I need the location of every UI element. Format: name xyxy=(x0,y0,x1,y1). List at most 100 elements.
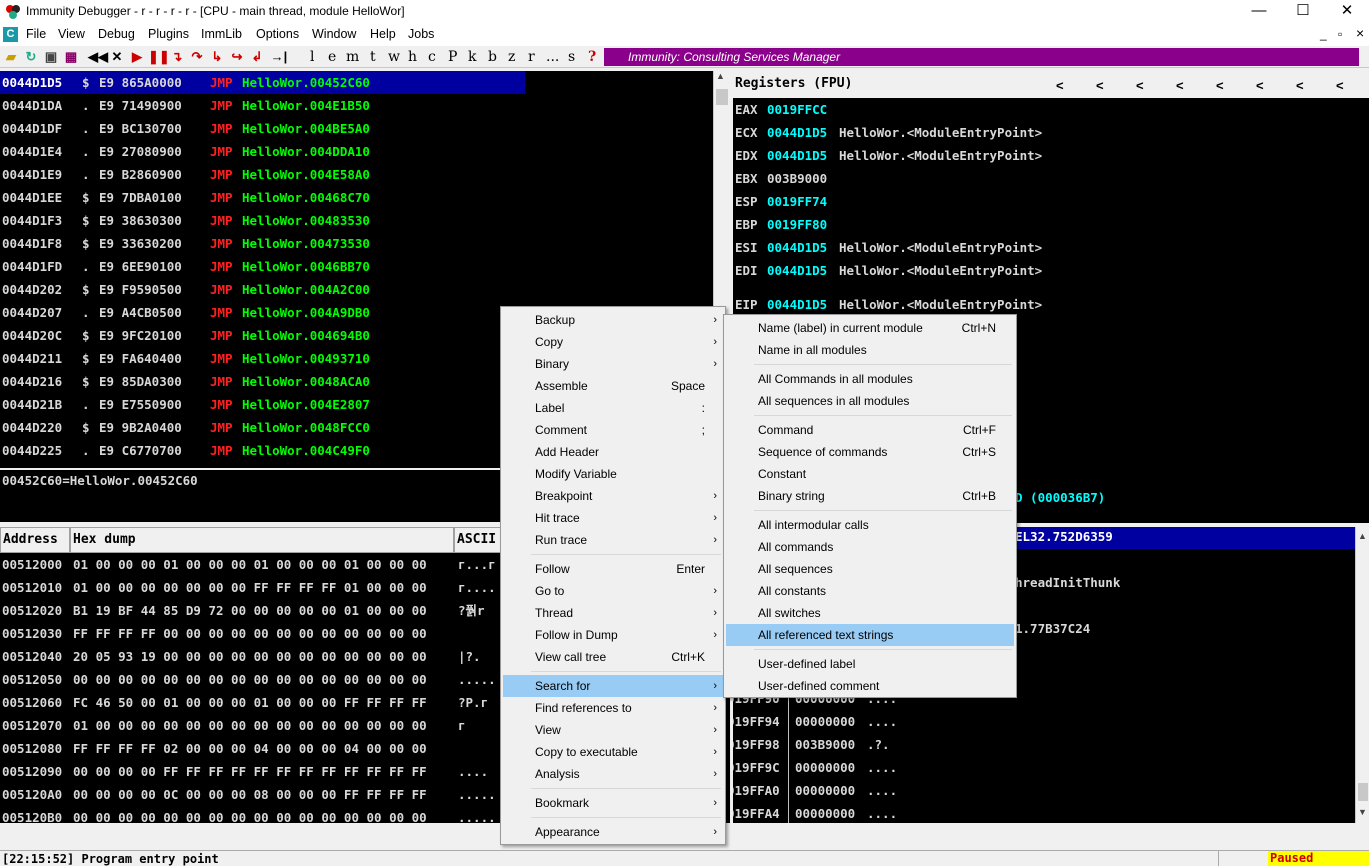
stack-row[interactable]: 019FF94 00000000.... xyxy=(733,710,1355,733)
submenu-item-user-defined-comment[interactable]: User-defined comment xyxy=(726,675,1014,697)
scroll-up-icon[interactable]: ▲ xyxy=(716,71,725,81)
disasm-row[interactable]: 0044D1F3 $ E9 38630300 JMP HelloWor.00483530 xyxy=(0,209,713,232)
minimize-button[interactable]: — xyxy=(1236,0,1282,24)
register-value[interactable]: 0044D1D5 xyxy=(767,293,827,316)
menu-item-add-header[interactable]: Add Header xyxy=(503,441,723,463)
menu-plugins[interactable]: Plugins xyxy=(148,27,189,41)
stack-row[interactable]: 019FFA4 00000000.... xyxy=(733,802,1355,823)
disasm-row[interactable]: 0044D1DF. E9 BC130700 JMP HelloWor.004BE5A0 xyxy=(0,117,713,140)
register-nav-arrow[interactable]: < xyxy=(1176,78,1184,93)
register-row[interactable]: EAX 0019FFCC xyxy=(733,98,1369,121)
toolbar-p[interactable]: P xyxy=(448,48,457,66)
toolbar-h[interactable]: h xyxy=(408,48,417,66)
register-value[interactable]: 0019FFCC xyxy=(767,98,827,121)
menu-item-search-for[interactable]: Search for › xyxy=(503,675,723,697)
submenu-item-all-constants[interactable]: All constants xyxy=(726,580,1014,602)
toolbar-t[interactable]: t xyxy=(370,48,376,66)
dump-col-hex[interactable]: Hex dump xyxy=(70,527,454,553)
toolbar-l[interactable]: l xyxy=(310,48,314,66)
register-value[interactable]: 003B9000 xyxy=(767,167,827,190)
menu-item-label[interactable]: Label: xyxy=(503,397,723,419)
toolbar-e[interactable]: e xyxy=(328,48,336,66)
toolbar-z[interactable]: z xyxy=(508,48,515,66)
register-nav-arrow[interactable]: < xyxy=(1336,78,1344,93)
submenu-item-name-in-all-modules[interactable]: Name in all modules xyxy=(726,339,1014,361)
toolbar-b[interactable]: b xyxy=(488,48,497,66)
stack-scroll-down-icon[interactable]: ▼ xyxy=(1358,807,1367,817)
stack-hscrollbar[interactable] xyxy=(733,823,1369,850)
pause-icon[interactable]: ❚❚ xyxy=(148,48,170,66)
register-nav-arrow[interactable]: < xyxy=(1136,78,1144,93)
step-over-icon[interactable]: ↷ xyxy=(188,48,206,66)
menu-item-copy[interactable]: Copy › xyxy=(503,331,723,353)
mdi-minimize-button[interactable]: _ xyxy=(1320,27,1327,41)
rewind-icon[interactable]: ◀◀ xyxy=(88,48,108,66)
mdi-restore-button[interactable]: ▫ xyxy=(1338,27,1342,41)
consulting-banner[interactable]: Immunity: Consulting Services Manager xyxy=(604,48,1359,66)
register-row[interactable]: EBX 003B9000 xyxy=(733,167,1369,190)
register-row[interactable]: EDX 0044D1D5 HelloWor.<ModuleEntryPoint> xyxy=(733,144,1369,167)
register-nav-arrow[interactable]: < xyxy=(1296,78,1304,93)
close-button[interactable]: ✕ xyxy=(1324,0,1369,24)
register-nav-arrow[interactable]: < xyxy=(1216,78,1224,93)
register-value[interactable]: 0044D1D5 xyxy=(767,236,827,259)
stop-icon[interactable]: ✕ xyxy=(108,48,126,66)
register-value[interactable]: 0019FF74 xyxy=(767,190,827,213)
toolbar-k[interactable]: k xyxy=(468,48,476,66)
trace-into-icon[interactable]: ↳ xyxy=(208,48,226,66)
menu-jobs[interactable]: Jobs xyxy=(408,27,434,41)
register-value[interactable]: 0044D1D5 xyxy=(767,144,827,167)
register-nav-arrow[interactable]: < xyxy=(1096,78,1104,93)
register-row[interactable]: ESP 0019FF74 xyxy=(733,190,1369,213)
stack-row[interactable]: 019FFA0 00000000.... xyxy=(733,779,1355,802)
disasm-row[interactable]: 0044D202 $ E9 F9590500 JMP HelloWor.004A2C00 xyxy=(0,278,713,301)
menu-item-comment[interactable]: Comment; xyxy=(503,419,723,441)
submenu-item-all-commands[interactable]: All commands xyxy=(726,536,1014,558)
submenu-item-binary-string[interactable]: Binary string Ctrl+B xyxy=(726,485,1014,507)
toolbar-s[interactable]: s xyxy=(568,48,575,66)
register-row[interactable]: ESI 0044D1D5 HelloWor.<ModuleEntryPoint> xyxy=(733,236,1369,259)
register-row[interactable]: EIP 0044D1D5 HelloWor.<ModuleEntryPoint> xyxy=(733,293,1369,316)
scroll-thumb[interactable] xyxy=(716,89,728,105)
stack-scrollbar[interactable]: ▲ ▼ xyxy=(1355,527,1369,823)
trace-over-icon[interactable]: ↪ xyxy=(228,48,246,66)
disasm-row[interactable]: 0044D1FD. E9 6EE90100 JMP HelloWor.0046BB70 xyxy=(0,255,713,278)
submenu-item-sequence-of-commands[interactable]: Sequence of commands Ctrl+S xyxy=(726,441,1014,463)
mdi-close-button[interactable]: × xyxy=(1356,25,1364,41)
run-icon[interactable]: ▶ xyxy=(128,48,146,66)
dump-col-address[interactable]: Address xyxy=(0,527,70,553)
submenu-item-all-switches[interactable]: All switches xyxy=(726,602,1014,624)
stack-row[interactable]: 019FF9C 00000000.... xyxy=(733,756,1355,779)
submenu-item-all-intermodular-calls[interactable]: All intermodular calls xyxy=(726,514,1014,536)
toolbar-c[interactable]: c xyxy=(428,48,436,66)
register-row[interactable]: ECX 0044D1D5 HelloWor.<ModuleEntryPoint> xyxy=(733,121,1369,144)
menu-item-breakpoint[interactable]: Breakpoint › xyxy=(503,485,723,507)
menu-item-run-trace[interactable]: Run trace › xyxy=(503,529,723,551)
close-file-icon[interactable]: ▣ xyxy=(42,48,60,66)
menu-item-binary[interactable]: Binary › xyxy=(503,353,723,375)
menu-item-copy-to-executable[interactable]: Copy to executable › xyxy=(503,741,723,763)
menu-file[interactable]: File xyxy=(26,27,46,41)
restart-icon[interactable]: ↻ xyxy=(22,48,40,66)
toolbar-dots[interactable]: ... xyxy=(546,48,559,66)
menu-immlib[interactable]: ImmLib xyxy=(201,27,242,41)
menu-window[interactable]: Window xyxy=(312,27,356,41)
child-window-icon[interactable]: C xyxy=(3,27,18,42)
register-row[interactable]: EBP 0019FF80 xyxy=(733,213,1369,236)
submenu-item-command[interactable]: Command Ctrl+F xyxy=(726,419,1014,441)
maximize-button[interactable]: ☐ xyxy=(1280,0,1326,24)
menu-item-follow-in-dump[interactable]: Follow in Dump › xyxy=(503,624,723,646)
submenu-item-constant[interactable]: Constant xyxy=(726,463,1014,485)
disasm-row[interactable]: 0044D1D5 $ E9 865A0000 JMP HelloWor.00452C60 xyxy=(0,71,525,94)
disasm-row[interactable]: 0044D1F8 $ E9 33630200 JMP HelloWor.00473530 xyxy=(0,232,713,255)
submenu-item-user-defined-label[interactable]: User-defined label xyxy=(726,653,1014,675)
menu-debug[interactable]: Debug xyxy=(98,27,135,41)
stack-row[interactable]: 019FF98 003B9000.?. xyxy=(733,733,1355,756)
attach-icon[interactable]: ▦ xyxy=(62,48,80,66)
step-into-icon[interactable]: ↴ xyxy=(168,48,186,66)
toolbar-help[interactable]: ? xyxy=(588,48,596,66)
disasm-row[interactable]: 0044D1EE $ E9 7DBA0100 JMP HelloWor.00468C70 xyxy=(0,186,713,209)
toolbar-w[interactable]: w xyxy=(388,48,400,66)
goto-icon[interactable]: →| xyxy=(270,48,288,66)
menu-item-find-references-to[interactable]: Find references to › xyxy=(503,697,723,719)
